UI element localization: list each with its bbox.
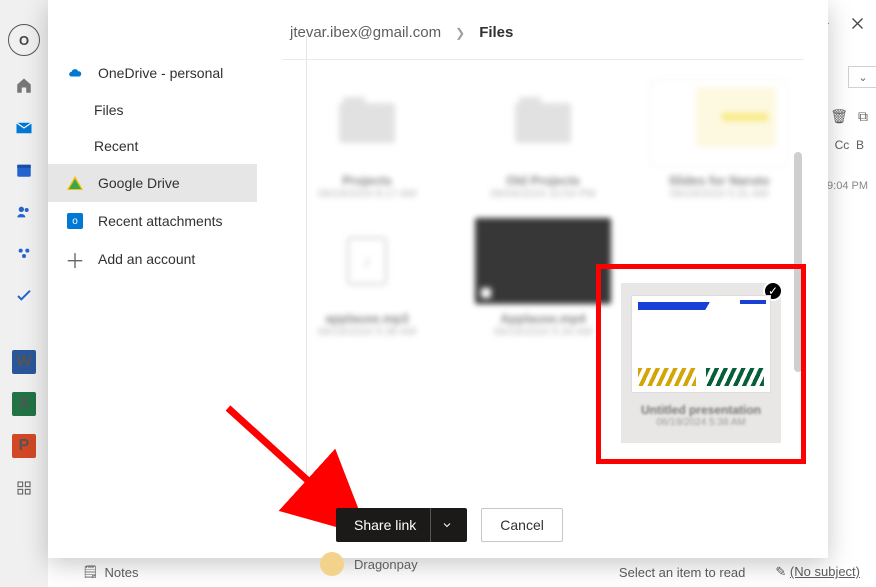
calendar-icon[interactable] (12, 158, 36, 182)
close-icon[interactable] (848, 14, 866, 32)
avatar (320, 552, 344, 576)
breadcrumb: jtevar.ibex@gmail.com ❯ Files (282, 0, 804, 60)
file-name: Projects (342, 174, 391, 188)
file-meta: 06/19/2024 5:36 AM (318, 326, 416, 338)
file-tile[interactable]: Slides for Naruto 06/19/2024 5:31 AM (638, 80, 800, 200)
video-file-icon (475, 218, 611, 304)
more-apps-icon[interactable] (12, 476, 36, 500)
bcc-button[interactable]: B (856, 138, 864, 152)
delete-icon[interactable]: 🗑 (830, 108, 848, 125)
file-meta: 06/19/2024 5:38 AM (631, 417, 771, 428)
file-name: Old Projects (506, 174, 580, 188)
groups-icon[interactable] (12, 242, 36, 266)
button-label: Share link (354, 517, 416, 533)
outlook-attach-icon: o (66, 212, 84, 230)
slides-thumb-icon (651, 80, 787, 166)
folder-icon (475, 80, 611, 166)
file-tile-selected[interactable]: ✓ Untitled presentation 06/19/2024 5:38 … (621, 283, 781, 443)
breadcrumb-current: Files (479, 24, 513, 41)
cc-button[interactable]: Cc (835, 138, 850, 152)
chevron-right-icon: ❯ (455, 26, 465, 40)
sidebar-item-onedrive[interactable]: OneDrive - personal (48, 54, 257, 92)
word-icon[interactable]: W (12, 350, 36, 374)
powerpoint-icon[interactable]: P (12, 434, 36, 458)
breadcrumb-account[interactable]: jtevar.ibex@gmail.com (290, 24, 441, 41)
list-item-label: Dragonpay (354, 557, 418, 572)
sidebar-item-google-drive[interactable]: Google Drive (48, 164, 257, 202)
share-link-button[interactable]: Share link (336, 508, 467, 542)
file-meta: 06/19/2024 8:17 AM (318, 188, 416, 200)
audio-file-icon: ♪ (299, 218, 435, 304)
notes-icon[interactable]: 🗒 (82, 564, 99, 580)
people-icon[interactable] (12, 200, 36, 224)
todo-icon[interactable] (12, 284, 36, 308)
sidebar-item-add-account[interactable]: ＋ Add an account (48, 240, 257, 278)
select-item-hint: Select an item to read (619, 565, 745, 580)
sidebar-item-recent-attachments[interactable]: o Recent attachments (48, 202, 257, 240)
sidebar-item-label: Recent attachments (98, 213, 223, 229)
app-rail: O W X P (0, 0, 48, 587)
file-name: Untitled presentation (631, 403, 771, 417)
edit-icon[interactable]: ✎ (775, 564, 786, 579)
file-name: applause.mp3 (325, 312, 408, 326)
cancel-button[interactable]: Cancel (481, 508, 563, 542)
mail-icon[interactable] (12, 116, 36, 140)
home-icon[interactable] (12, 74, 36, 98)
no-subject-link[interactable]: (No subject) (790, 564, 860, 579)
presentation-thumb-icon (631, 295, 771, 393)
cloud-attach-dialog: OneDrive - personal Files Recent Google … (48, 0, 828, 558)
plus-icon: ＋ (66, 250, 84, 268)
file-meta: 06/19/2024 5:34 AM (494, 326, 592, 338)
popout-icon[interactable]: ⧉ (858, 108, 868, 125)
dialog-sidebar: OneDrive - personal Files Recent Google … (48, 0, 258, 558)
sidebar-item-label: Add an account (98, 251, 195, 267)
expand-chevron-icon[interactable]: ⌄ (848, 66, 876, 88)
list-item-dragonpay[interactable]: Dragonpay (320, 552, 418, 576)
excel-icon[interactable]: X (12, 392, 36, 416)
highlighted-selection-annotation: ✓ Untitled presentation 06/19/2024 5:38 … (596, 264, 806, 464)
google-drive-icon (66, 174, 84, 192)
file-meta: 06/19/2024 5:31 AM (670, 188, 768, 200)
sidebar-item-label: Recent (94, 138, 138, 154)
button-label: Cancel (500, 517, 544, 533)
cloud-icon (66, 64, 84, 82)
sidebar-item-label: Files (94, 102, 124, 118)
sidebar-item-files[interactable]: Files (48, 92, 257, 128)
file-name: Slides for Naruto (669, 174, 770, 188)
dialog-footer: Share link Cancel (336, 508, 563, 542)
file-name: Applause.mp4 (500, 312, 585, 326)
file-tile[interactable]: Projects 06/19/2024 8:17 AM (286, 80, 448, 200)
folder-icon (299, 80, 435, 166)
file-tile[interactable]: Old Projects 06/04/2024 10:54 PM (462, 80, 624, 200)
file-meta: 06/04/2024 10:54 PM (490, 188, 595, 200)
notes-label[interactable]: Notes (105, 565, 139, 580)
outlook-badge-icon[interactable]: O (8, 24, 40, 56)
sidebar-item-label: OneDrive - personal (98, 65, 223, 81)
sidebar-item-recent[interactable]: Recent (48, 128, 257, 164)
share-link-dropdown[interactable] (430, 508, 453, 542)
sidebar-item-label: Google Drive (98, 175, 180, 191)
file-tile[interactable]: ♪ applause.mp3 06/19/2024 5:36 AM (286, 218, 448, 338)
